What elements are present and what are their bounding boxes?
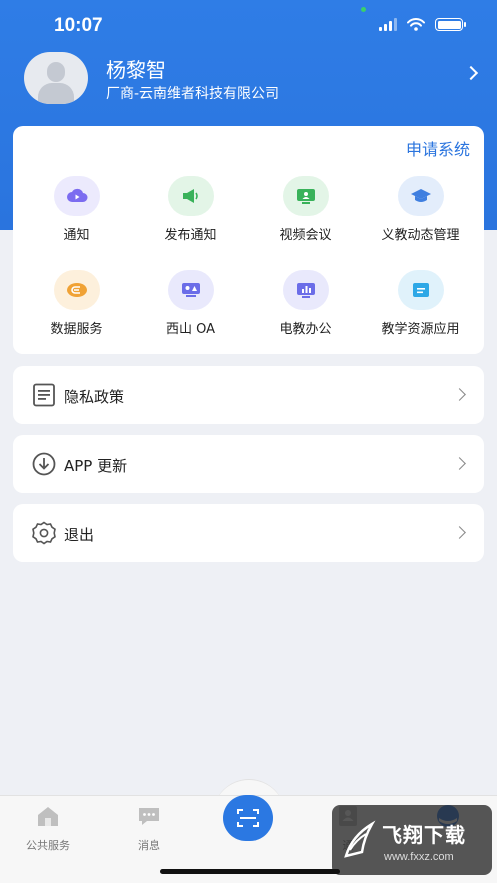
home-icon bbox=[38, 807, 58, 826]
app-teaching-resources[interactable]: 教学资源应用 bbox=[363, 270, 478, 337]
apply-system-link[interactable]: 申请系统 bbox=[406, 136, 470, 160]
app-notice[interactable]: 通知 bbox=[19, 176, 134, 243]
apps-card: 申请系统 通知 发布通知 视频会议 义教动态管理 数据服务 西山 OA 电教办公… bbox=[13, 126, 484, 354]
app-update-row[interactable]: APP 更新 bbox=[13, 435, 484, 493]
gear-icon bbox=[32, 521, 56, 545]
camera-indicator-dot bbox=[361, 7, 366, 12]
scan-button[interactable] bbox=[223, 795, 273, 841]
privacy-policy-label: 隐私政策 bbox=[64, 388, 125, 406]
play-icon bbox=[53, 176, 100, 216]
app-label: 通知 bbox=[63, 228, 90, 243]
tab-label: 公共服务 bbox=[26, 839, 70, 852]
chart-screen-icon bbox=[282, 270, 329, 310]
status-time: 10:07 bbox=[54, 15, 103, 36]
watermark-url-text: www.fxxz.com bbox=[384, 851, 454, 863]
app-label: 教学资源应用 bbox=[381, 322, 460, 337]
app-label: 发布通知 bbox=[164, 228, 217, 243]
app-data-service[interactable]: 数据服务 bbox=[19, 270, 134, 337]
graduation-cap-icon bbox=[397, 176, 444, 216]
logout-label: 退出 bbox=[64, 526, 95, 544]
document-icon bbox=[33, 383, 55, 407]
database-icon bbox=[53, 270, 100, 310]
tab-messages[interactable]: 消息 bbox=[109, 804, 189, 853]
app-label: 电教办公 bbox=[279, 322, 332, 337]
oa-board-icon bbox=[167, 270, 214, 310]
app-label: 数据服务 bbox=[50, 322, 103, 337]
tab-label: 消息 bbox=[138, 839, 160, 852]
avatar[interactable] bbox=[24, 52, 88, 104]
chat-icon bbox=[139, 808, 159, 825]
app-video-meeting[interactable]: 视频会议 bbox=[248, 176, 363, 243]
chevron-right-icon bbox=[453, 526, 466, 539]
watermark-main-text: 飞翔下载 bbox=[382, 823, 466, 847]
download-icon bbox=[32, 452, 56, 476]
megaphone-icon bbox=[167, 176, 214, 216]
monitor-icon bbox=[282, 176, 329, 216]
privacy-policy-row[interactable]: 隐私政策 bbox=[13, 366, 484, 424]
app-label: 视频会议 bbox=[279, 228, 332, 243]
profile-row[interactable]: 杨黎智 厂商-云南维者科技有限公司 bbox=[24, 52, 484, 108]
app-label: 西山 OA bbox=[165, 322, 216, 337]
app-e-office[interactable]: 电教办公 bbox=[248, 270, 363, 337]
status-icons bbox=[379, 18, 466, 31]
folder-icon bbox=[397, 270, 444, 310]
chevron-right-icon bbox=[453, 457, 466, 470]
app-education-dynamics[interactable]: 义教动态管理 bbox=[363, 176, 478, 243]
home-indicator bbox=[160, 869, 340, 874]
logout-row[interactable]: 退出 bbox=[13, 504, 484, 562]
tab-public-service[interactable]: 公共服务 bbox=[8, 804, 88, 853]
app-xishan-oa[interactable]: 西山 OA bbox=[133, 270, 248, 337]
app-publish-notice[interactable]: 发布通知 bbox=[133, 176, 248, 243]
battery-icon bbox=[435, 18, 466, 31]
signal-icon bbox=[379, 18, 397, 31]
watermark: 飞翔下载 www.fxxz.com bbox=[332, 805, 492, 875]
user-company: 厂商-云南维者科技有限公司 bbox=[106, 86, 280, 102]
wifi-icon bbox=[407, 18, 425, 31]
chevron-right-icon bbox=[453, 388, 466, 401]
status-bar: 10:07 bbox=[0, 0, 497, 52]
watermark-logo-icon bbox=[344, 820, 376, 858]
scan-icon bbox=[237, 809, 259, 827]
app-update-label: APP 更新 bbox=[64, 457, 128, 475]
chevron-right-icon[interactable] bbox=[463, 65, 479, 81]
app-label: 义教动态管理 bbox=[381, 228, 460, 243]
user-name: 杨黎智 bbox=[106, 58, 166, 82]
